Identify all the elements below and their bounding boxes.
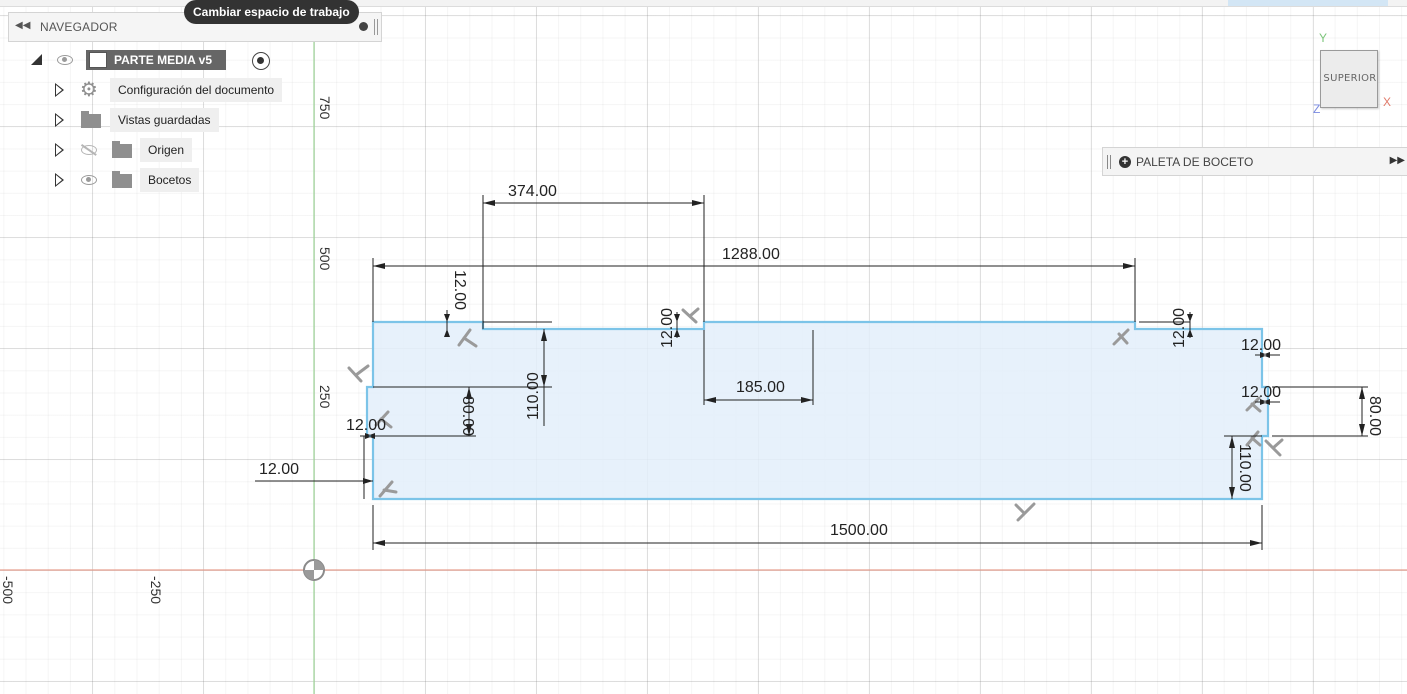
origin-icon[interactable] [303,559,325,581]
sketch-area[interactable]: 750 500 250 -500 -250 374.00 1288.00 150… [0,0,1407,694]
tree-collapsed-icon[interactable] [55,173,64,187]
gear-icon: ⚙ [80,79,98,101]
tick-label-neg250: -250 [148,576,164,604]
viewcube-axis-y: Y [1319,31,1328,45]
dimension-374[interactable]: 374.00 [482,183,705,329]
tree-expanded-icon[interactable] [31,54,42,65]
dimension-80-left-value: 80.00 [459,396,476,436]
folder-icon [112,171,132,188]
component-icon [89,52,107,68]
tick-label-500: 500 [317,247,333,271]
sketch-palette-panel[interactable]: + PALETA DE BOCETO ▶▶ [1102,147,1407,176]
dimension-12-left-a[interactable]: 12.00 [346,417,386,439]
tooltip: Cambiar espacio de trabajo [184,0,359,24]
tree-root-row[interactable]: PARTE MEDIA v5 [28,49,288,71]
tree-collapsed-icon[interactable] [55,143,64,157]
sketch-profile[interactable] [365,320,1270,501]
tree-item-origen[interactable]: Origen [52,138,312,162]
dimension-1500[interactable]: 1500.00 [372,505,1263,550]
panel-grip-icon[interactable] [374,19,378,35]
activate-radio-icon[interactable] [252,52,270,70]
tree-item-label[interactable]: Bocetos [140,168,200,192]
component-label[interactable]: PARTE MEDIA v5 [86,50,227,70]
dimension-12-left-b-value: 12.00 [259,461,299,478]
dimension-374-value: 374.00 [508,183,557,200]
tree-item-label[interactable]: Vistas guardadas [110,108,219,132]
dimension-1500-value: 1500.00 [830,522,888,539]
tick-label-neg500: -500 [0,576,16,604]
viewcube-axis-x: X [1383,95,1392,109]
tree-collapsed-icon[interactable] [55,83,64,97]
tree-item-bocetos[interactable]: Bocetos [52,168,312,192]
dimension-185-value: 185.00 [736,379,785,396]
navigator-title: NAVEGADOR [40,20,118,34]
dimension-80-right-value: 80.00 [1366,396,1383,436]
visibility-hidden-icon[interactable] [81,145,97,155]
dimension-80-right[interactable]: 80.00 [1272,386,1383,437]
viewcube-face-label[interactable]: SUPERIOR [1321,73,1379,84]
dimension-12-left-a-value: 12.00 [346,417,386,434]
panel-grip-icon[interactable] [1107,155,1111,169]
collapse-icon[interactable]: ◀◀ [15,20,30,31]
expand-panel-icon[interactable]: ▶▶ [1390,155,1405,166]
dimension-110-left-value: 110.00 [525,372,542,420]
expand-plus-icon[interactable]: + [1119,156,1131,168]
dimension-1288-value: 1288.00 [722,246,780,263]
active-tab-edge[interactable] [1228,0,1388,6]
folder-icon [81,111,101,128]
dimension-12-top-right-value: 12.00 [1171,308,1188,348]
tree-item-vistas[interactable]: Vistas guardadas [52,108,312,132]
tree-collapsed-icon[interactable] [55,113,64,127]
dimension-110-right-value: 110.00 [1236,444,1253,492]
sketch-palette-title[interactable]: PALETA DE BOCETO [1136,155,1253,169]
tick-label-750: 750 [317,96,333,120]
tree-item-label[interactable]: Origen [140,138,193,162]
visibility-eye-icon[interactable] [81,175,97,185]
dimension-1288[interactable]: 1288.00 [372,246,1136,322]
tree-item-config[interactable]: ⚙ Configuración del documento [52,78,312,102]
viewcube[interactable]: SUPERIOR [1320,50,1378,108]
pin-icon[interactable] [359,22,368,31]
dimension-12-top-left-value: 12.00 [451,270,468,310]
dimension-12-top-mid-value: 12.00 [659,308,676,348]
tree-item-label[interactable]: Configuración del documento [110,78,283,102]
dimension-12-right-a-value: 12.00 [1241,337,1281,354]
visibility-eye-icon[interactable] [57,55,73,65]
folder-icon [112,141,132,158]
tick-label-250: 250 [317,385,333,409]
viewcube-axis-z: Z [1313,102,1321,116]
